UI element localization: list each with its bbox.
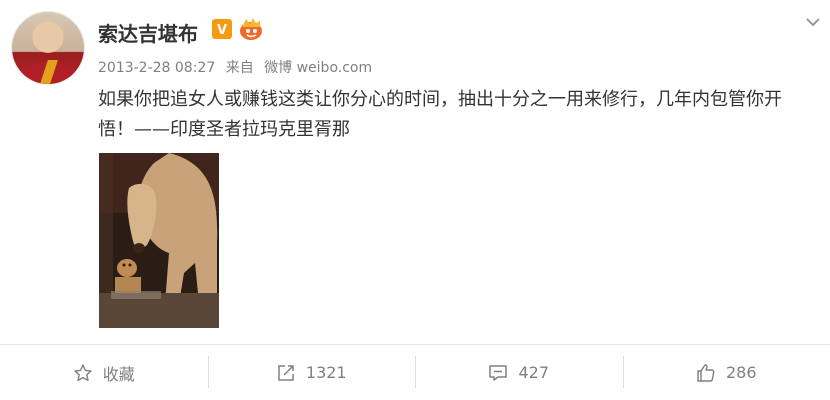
- star-icon: [74, 363, 92, 381]
- like-button[interactable]: 286: [622, 345, 830, 400]
- weibo-post: 索达吉堪布 V 2013-2-28 08:27 来自 微博 weibo.com …: [0, 0, 830, 400]
- repost-count: 1321: [305, 363, 347, 382]
- action-bar: 收藏 1321 427 286: [0, 345, 830, 400]
- repost-button[interactable]: 1321: [207, 345, 416, 400]
- comment-icon: [489, 364, 508, 381]
- post-text: 如果你把追女人或赚钱这类让你分心的时间，抽出十分之一用来修行，几年内包管你开悟！…: [98, 89, 782, 140]
- chevron-down-icon[interactable]: [806, 12, 820, 27]
- post-meta: 2013-2-28 08:27 来自 微博 weibo.com: [98, 57, 378, 77]
- repost-icon: [278, 364, 294, 381]
- lion-cub-photo: [99, 153, 219, 328]
- thumbs-up-icon: [697, 363, 715, 382]
- comment-button[interactable]: 427: [415, 345, 623, 400]
- verified-v-letter: V: [217, 23, 227, 36]
- like-count: 286: [725, 363, 757, 382]
- post-image[interactable]: [99, 153, 219, 328]
- post-source[interactable]: 微博 weibo.com: [264, 60, 372, 76]
- post-source-prefix: 来自: [225, 60, 254, 76]
- author-name[interactable]: 索达吉堪布: [98, 18, 198, 47]
- post-timestamp[interactable]: 2013-2-28 08:27: [98, 60, 215, 76]
- verified-v-icon[interactable]: V: [212, 19, 232, 39]
- favorite-label: 收藏: [102, 364, 135, 384]
- favorite-button[interactable]: 收藏: [0, 345, 208, 400]
- crown-member-icon[interactable]: [238, 16, 266, 42]
- author-avatar[interactable]: [12, 12, 84, 84]
- comment-count: 427: [518, 363, 550, 382]
